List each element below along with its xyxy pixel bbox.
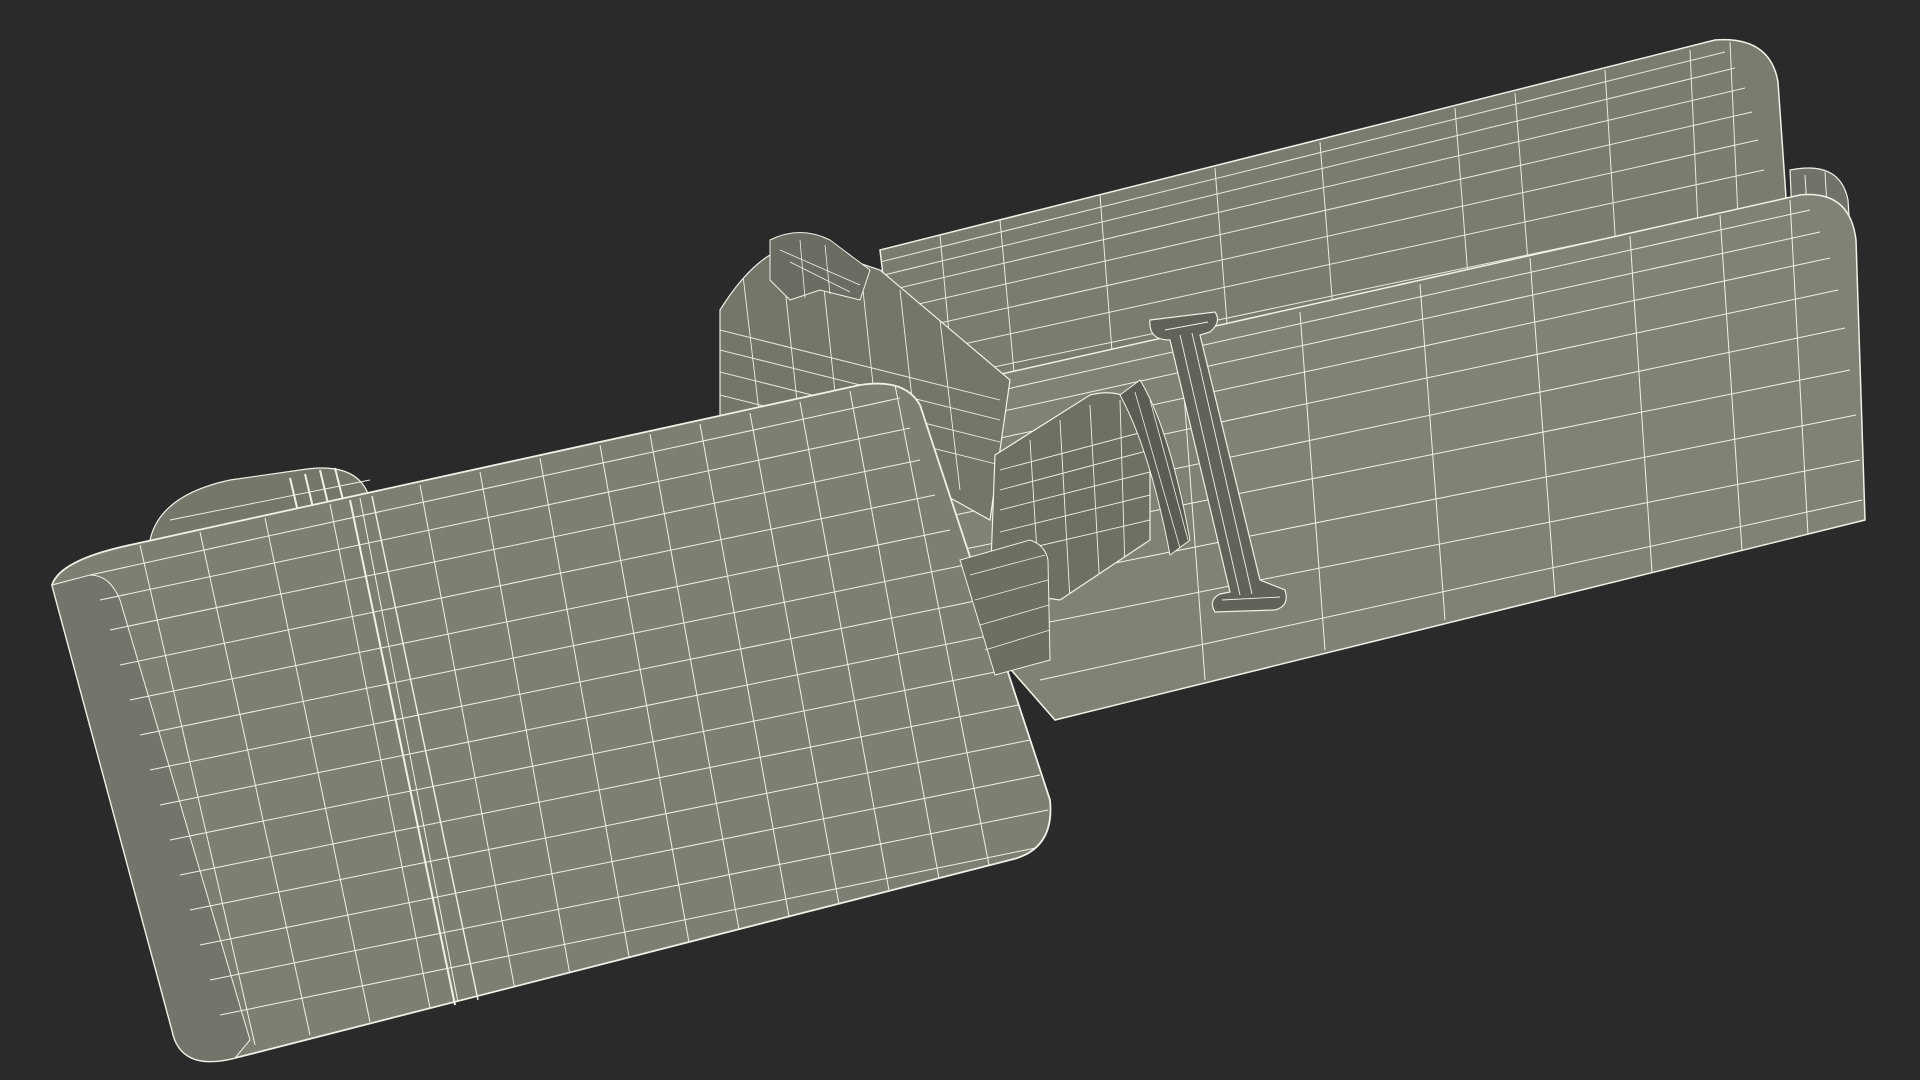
wireframe-render-canvas xyxy=(0,0,1920,1080)
